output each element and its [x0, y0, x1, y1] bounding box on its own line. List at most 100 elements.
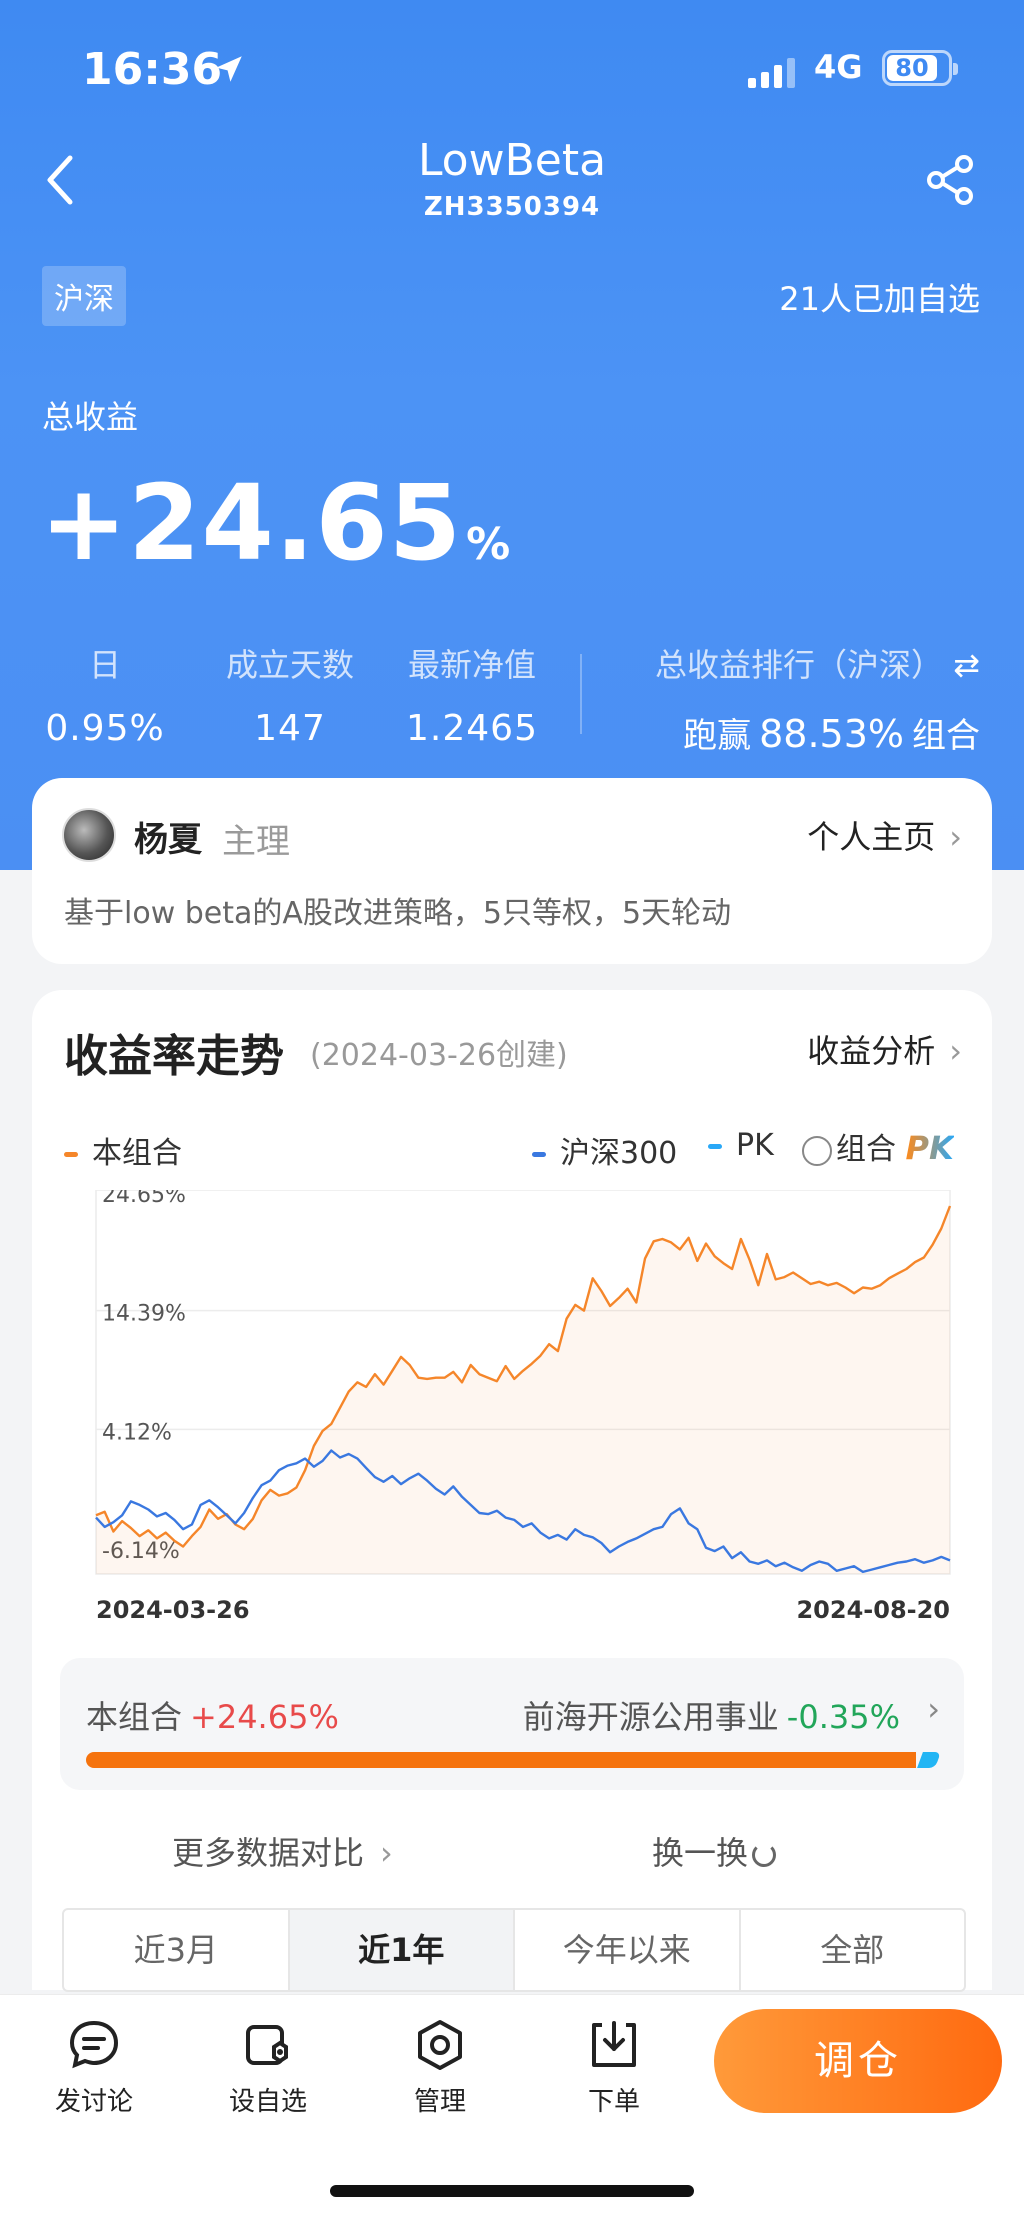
- follower-count: 21人已加自选: [779, 280, 980, 318]
- manager-role: 主理: [222, 822, 290, 862]
- order-button[interactable]: 下单: [554, 2017, 674, 2118]
- manager-card[interactable]: 杨夏 主理 个人主页 › 基于low beta的A股改进策略，5只等权，5天轮动: [32, 778, 992, 964]
- pk-right-value: -0.35%: [786, 1698, 900, 1736]
- legend-portfolio: 本组合: [64, 1128, 182, 1172]
- pk-logo: PK: [905, 1129, 954, 1167]
- battery-icon: 80: [882, 50, 958, 86]
- legend-swatch: [64, 1152, 78, 1157]
- total-return-number: +24.65: [40, 462, 463, 584]
- pk-left-value: +24.65%: [190, 1698, 339, 1736]
- pk-toggle-label: 组合: [836, 1132, 896, 1167]
- pk-left: 本组合 +24.65%: [86, 1692, 339, 1738]
- rank-suffix: 组合: [912, 716, 980, 756]
- stat-label: 日: [88, 646, 121, 684]
- profile-link-label: 个人主页: [807, 818, 936, 856]
- download-box-icon: [592, 2021, 636, 2067]
- tab-1y[interactable]: 近1年: [289, 1910, 515, 1990]
- rank-label: 总收益排行（沪深） ⇄: [655, 640, 980, 686]
- order-label: 下单: [587, 2087, 640, 2117]
- swap-arrows-icon[interactable]: ⇄: [953, 646, 980, 684]
- profile-link[interactable]: 个人主页 ›: [807, 812, 962, 858]
- swap-button[interactable]: 换一换: [652, 1828, 777, 1874]
- total-return-label: 总收益: [42, 398, 139, 436]
- rank-prefix: 跑赢: [683, 716, 752, 756]
- x-tick-label-start: 2024-03-26: [96, 1596, 250, 1620]
- legend-swatch: [708, 1144, 722, 1149]
- stat-label: 成立天数: [225, 646, 354, 684]
- tab-all[interactable]: 全部: [741, 1910, 965, 1990]
- legend-label: 本组合: [92, 1136, 182, 1171]
- manage-button[interactable]: 管理: [380, 2017, 500, 2118]
- discuss-button[interactable]: 发讨论: [34, 2017, 154, 2118]
- pk-progress-bar: [86, 1752, 941, 1768]
- add-watch-label: 设自选: [228, 2087, 307, 2117]
- rank-value-row: 跑赢 88.53% 组合: [655, 708, 980, 757]
- rank-percent: 88.53%: [759, 712, 904, 756]
- tab-ytd[interactable]: 今年以来: [515, 1910, 741, 1990]
- portfolio-title: LowBeta: [417, 135, 607, 186]
- performance-card: 收益率走势 (2024-03-26创建) 收益分析 › 本组合 沪深300 PK …: [32, 990, 992, 1992]
- period-tabs: 近3月 近1年 今年以来 全部: [62, 1908, 966, 1992]
- pk-right-label: 前海开源公用事业: [522, 1698, 779, 1736]
- strategy-description: 基于low beta的A股改进策略，5只等权，5天轮动: [64, 896, 732, 931]
- total-return-unit: %: [466, 519, 512, 570]
- pk-toggle[interactable]: 组合 PK: [802, 1124, 954, 1168]
- legend-index[interactable]: 沪深300: [532, 1128, 677, 1172]
- avatar[interactable]: [62, 808, 116, 862]
- x-tick-label-end: 2024-08-20: [796, 1596, 950, 1620]
- return-analysis-link[interactable]: 收益分析 ›: [807, 1026, 962, 1072]
- status-bar: 16:36 4G 80: [0, 44, 1024, 95]
- tab-3m[interactable]: 近3月: [64, 1910, 290, 1990]
- chevron-right-icon[interactable]: ›: [927, 1690, 940, 1728]
- legend-label: PK: [736, 1128, 774, 1163]
- stat-nav: 最新净值 1.2465: [392, 640, 552, 749]
- stat-days: 成立天数 147: [210, 640, 370, 749]
- bottom-bar: 发讨论 设自选 管理 下单 调仓: [0, 1994, 1024, 2217]
- y-tick-label: 24.65%: [102, 1190, 186, 1208]
- home-indicator[interactable]: [330, 2185, 694, 2197]
- rebalance-button[interactable]: 调仓: [714, 2009, 1002, 2113]
- legend-pk[interactable]: PK: [708, 1128, 774, 1163]
- battery-level: 80: [887, 55, 937, 81]
- y-tick-label: 14.39%: [102, 1302, 186, 1327]
- chevron-right-icon: ›: [380, 1834, 393, 1872]
- network-label: 4G: [814, 48, 863, 86]
- rank-label-text: 总收益排行（沪深）: [655, 646, 944, 684]
- status-time: 16:36: [82, 44, 223, 95]
- legend-label: 沪深300: [560, 1136, 678, 1171]
- pk-comparison[interactable]: 本组合 +24.65% 前海开源公用事业 -0.35% ›: [60, 1658, 964, 1790]
- total-return-value: +24.65%: [40, 462, 511, 584]
- portfolio-code: ZH3350394: [423, 192, 601, 222]
- settings-hex-icon: [418, 2020, 462, 2070]
- chevron-right-icon: ›: [949, 1032, 962, 1070]
- watchlist-icon: [246, 2025, 288, 2065]
- stats-divider: [580, 654, 582, 734]
- battery-nub: [953, 63, 958, 75]
- signal-icon: [748, 58, 795, 88]
- stat-label: 最新净值: [407, 646, 536, 684]
- stat-value: 0.95%: [45, 708, 165, 749]
- stat-value: 147: [254, 708, 326, 749]
- share-icon[interactable]: [922, 152, 978, 208]
- rank-block[interactable]: 总收益排行（沪深） ⇄ 跑赢 88.53% 组合: [655, 640, 980, 757]
- discuss-label: 发讨论: [54, 2087, 133, 2117]
- performance-title: 收益率走势: [64, 1031, 284, 1082]
- header-panel: 16:36 4G 80 LowBeta ZH3350394 沪深 21人已加自选…: [0, 0, 1024, 870]
- pk-progress-left: [86, 1752, 916, 1768]
- refresh-icon: [752, 1843, 777, 1867]
- manage-label: 管理: [413, 2087, 466, 2117]
- chevron-right-icon: ›: [949, 818, 962, 856]
- legend-swatch: [532, 1152, 546, 1157]
- more-compare-label: 更多数据对比: [172, 1834, 365, 1872]
- add-watch-button[interactable]: 设自选: [208, 2017, 328, 2118]
- radio-icon[interactable]: [802, 1135, 832, 1166]
- stat-daily: 日 0.95%: [40, 640, 170, 749]
- pk-progress-right: [917, 1752, 941, 1768]
- pk-left-label: 本组合: [86, 1698, 183, 1736]
- more-compare-button[interactable]: 更多数据对比 ›: [172, 1828, 393, 1874]
- return-chart[interactable]: 24.65%14.39%4.12%-6.14%2024-03-262024-08…: [62, 1190, 962, 1620]
- stat-value: 1.2465: [406, 708, 538, 749]
- pk-right: 前海开源公用事业 -0.35%: [523, 1692, 900, 1738]
- chat-bubble-icon: [69, 2020, 119, 2069]
- created-date: (2024-03-26创建): [310, 1038, 568, 1073]
